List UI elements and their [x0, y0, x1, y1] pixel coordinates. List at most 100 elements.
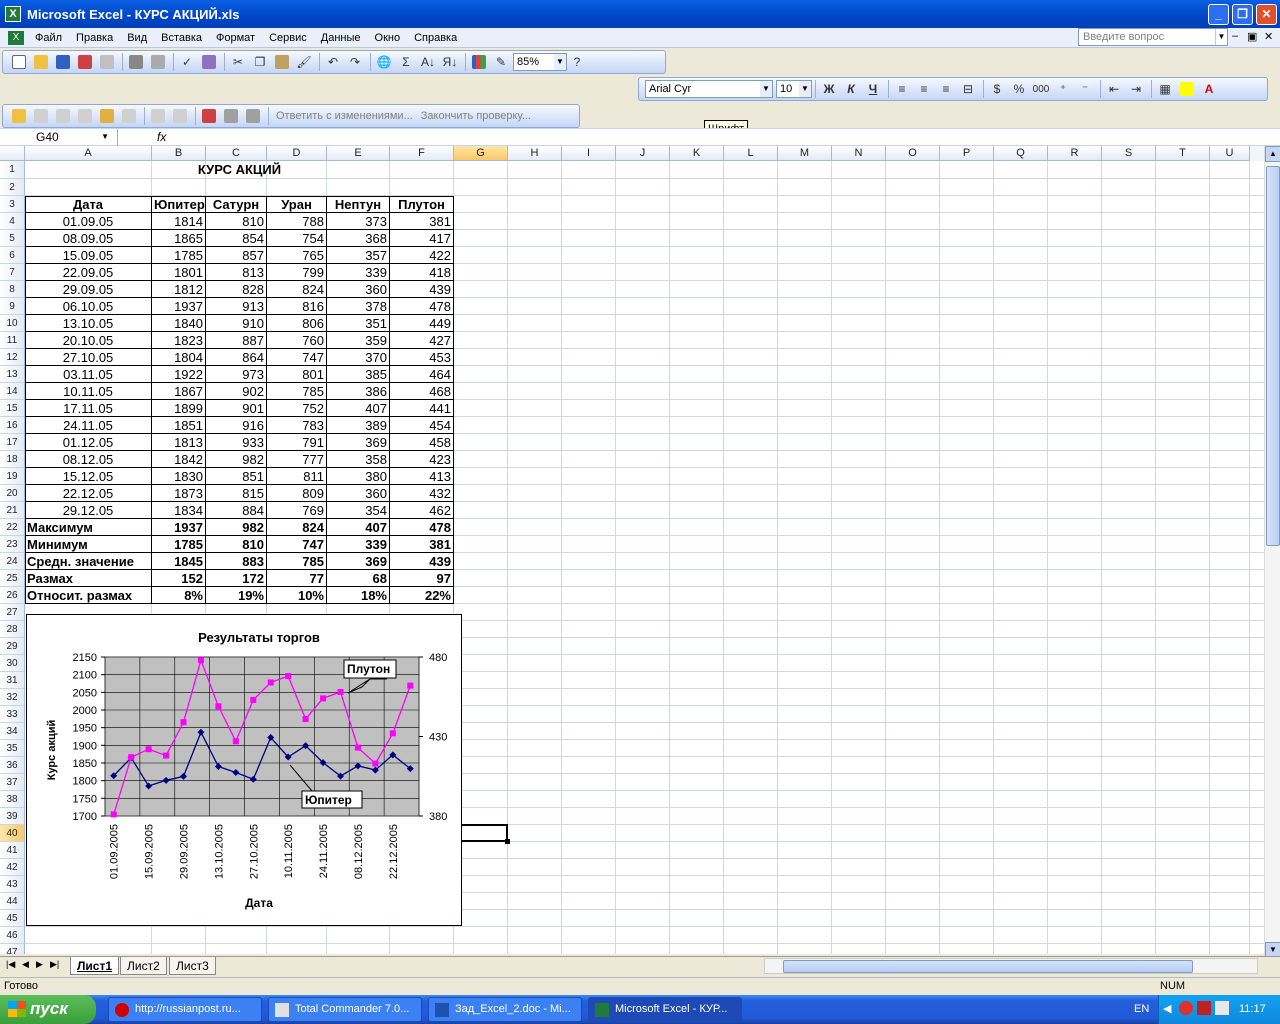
cell-b6[interactable]: 1785 [152, 247, 206, 264]
column-header-c[interactable]: C [206, 146, 267, 161]
row-header-25[interactable]: 25 [0, 570, 25, 587]
row-header-47[interactable]: 47 [0, 944, 25, 954]
highlight-icon[interactable] [148, 106, 168, 126]
row-header-39[interactable]: 39 [0, 808, 25, 825]
format-painter-icon[interactable]: 🖌 [294, 52, 314, 72]
cell-b3[interactable]: Юпитер [152, 196, 206, 213]
column-header-k[interactable]: K [670, 146, 724, 161]
row-header-4[interactable]: 4 [0, 213, 25, 230]
cell-d26[interactable]: 10% [267, 587, 327, 604]
align-center-icon[interactable]: ≡ [914, 79, 934, 99]
cell-a21[interactable]: 29.12.05 [25, 502, 152, 519]
row-header-14[interactable]: 14 [0, 383, 25, 400]
menu-data[interactable]: Данные [314, 28, 368, 48]
cell-b5[interactable]: 1865 [152, 230, 206, 247]
cell-f16[interactable]: 454 [390, 417, 454, 434]
delete-comment-icon[interactable] [119, 106, 139, 126]
cell-d15[interactable]: 752 [267, 400, 327, 417]
tray-arrow-icon[interactable]: ◀ [1163, 1002, 1171, 1015]
cell-a23[interactable]: Минимум [25, 536, 152, 553]
column-header-r[interactable]: R [1048, 146, 1102, 161]
column-header-e[interactable]: E [327, 146, 390, 161]
menu-edit[interactable]: Правка [69, 28, 120, 48]
decrease-indent-icon[interactable]: ⇤ [1104, 79, 1124, 99]
row-header-27[interactable]: 27 [0, 604, 25, 621]
cell-f6[interactable]: 422 [390, 247, 454, 264]
row-header-15[interactable]: 15 [0, 400, 25, 417]
cell-f17[interactable]: 458 [390, 434, 454, 451]
task-excel[interactable]: Microsoft Excel - КУР... [588, 997, 742, 1022]
increase-indent-icon[interactable]: ⇥ [1126, 79, 1146, 99]
cell-a8[interactable]: 29.09.05 [25, 281, 152, 298]
row-header-8[interactable]: 8 [0, 281, 25, 298]
chevron-down-icon[interactable]: ▼ [760, 81, 772, 97]
row-header-35[interactable]: 35 [0, 740, 25, 757]
share-icon[interactable] [221, 106, 241, 126]
tab-sheet3[interactable]: Лист3 [169, 957, 216, 975]
vertical-scrollbar[interactable]: ▲ ▼ [1264, 146, 1280, 958]
cell-b7[interactable]: 1801 [152, 264, 206, 281]
row-header-11[interactable]: 11 [0, 332, 25, 349]
cell-d20[interactable]: 809 [267, 485, 327, 502]
cell-f13[interactable]: 464 [390, 366, 454, 383]
row-header-22[interactable]: 22 [0, 519, 25, 536]
row-header-41[interactable]: 41 [0, 842, 25, 859]
cell-f25[interactable]: 97 [390, 570, 454, 587]
cell-d18[interactable]: 777 [267, 451, 327, 468]
cell-d23[interactable]: 747 [267, 536, 327, 553]
cell-b4[interactable]: 1814 [152, 213, 206, 230]
cell-c12[interactable]: 864 [206, 349, 267, 366]
cell-e26[interactable]: 18% [327, 587, 390, 604]
decrease-decimal-icon[interactable]: ⁻ [1075, 79, 1095, 99]
cell-e16[interactable]: 389 [327, 417, 390, 434]
select-all-corner[interactable] [0, 146, 25, 161]
menu-window[interactable]: Окно [368, 28, 408, 48]
cell-e22[interactable]: 407 [327, 519, 390, 536]
cell-f26[interactable]: 22% [390, 587, 454, 604]
cell-e3[interactable]: Нептун [327, 196, 390, 213]
cell-d4[interactable]: 788 [267, 213, 327, 230]
task-total-commander[interactable]: Total Commander 7.0... [268, 997, 422, 1022]
cell-a11[interactable]: 20.10.05 [25, 332, 152, 349]
cell-e20[interactable]: 360 [327, 485, 390, 502]
cell-d22[interactable]: 824 [267, 519, 327, 536]
cell-b25[interactable]: 152 [152, 570, 206, 587]
help-search-input[interactable]: Введите вопрос ▼ [1078, 28, 1228, 46]
maximize-button[interactable]: ❐ [1232, 3, 1253, 25]
cell-e5[interactable]: 368 [327, 230, 390, 247]
cell-a18[interactable]: 08.12.05 [25, 451, 152, 468]
cell-f19[interactable]: 413 [390, 468, 454, 485]
cell-e24[interactable]: 369 [327, 553, 390, 570]
row-header-10[interactable]: 10 [0, 315, 25, 332]
clock[interactable]: 11:17 [1239, 1003, 1266, 1015]
column-header-s[interactable]: S [1102, 146, 1156, 161]
cell-b23[interactable]: 1785 [152, 536, 206, 553]
cell-a12[interactable]: 27.10.05 [25, 349, 152, 366]
end-review-button[interactable]: Закончить проверку... [421, 110, 531, 122]
row-header-37[interactable]: 37 [0, 774, 25, 791]
chevron-down-icon[interactable]: ▼ [101, 132, 109, 141]
language-indicator[interactable]: EN [1134, 1003, 1149, 1015]
cell-d14[interactable]: 785 [267, 383, 327, 400]
row-header-2[interactable]: 2 [0, 179, 25, 196]
cell-a20[interactable]: 22.12.05 [25, 485, 152, 502]
cell-a6[interactable]: 15.09.05 [25, 247, 152, 264]
start-button[interactable]: пуск [0, 995, 96, 1024]
cell-c17[interactable]: 933 [206, 434, 267, 451]
row-header-38[interactable]: 38 [0, 791, 25, 808]
cell-a13[interactable]: 03.11.05 [25, 366, 152, 383]
cell-c23[interactable]: 810 [206, 536, 267, 553]
cell-c6[interactable]: 857 [206, 247, 267, 264]
cell-e21[interactable]: 354 [327, 502, 390, 519]
cell-d10[interactable]: 806 [267, 315, 327, 332]
cell-b10[interactable]: 1840 [152, 315, 206, 332]
cell-b21[interactable]: 1834 [152, 502, 206, 519]
cell-f21[interactable]: 462 [390, 502, 454, 519]
fill-color-icon[interactable] [1177, 79, 1197, 99]
next-comment-icon[interactable] [53, 106, 73, 126]
row-header-45[interactable]: 45 [0, 910, 25, 927]
menu-tools[interactable]: Сервис [262, 28, 314, 48]
cell-a10[interactable]: 13.10.05 [25, 315, 152, 332]
task-word[interactable]: Зад_Excel_2.doc - Mi... [428, 997, 582, 1022]
cell-c24[interactable]: 883 [206, 553, 267, 570]
